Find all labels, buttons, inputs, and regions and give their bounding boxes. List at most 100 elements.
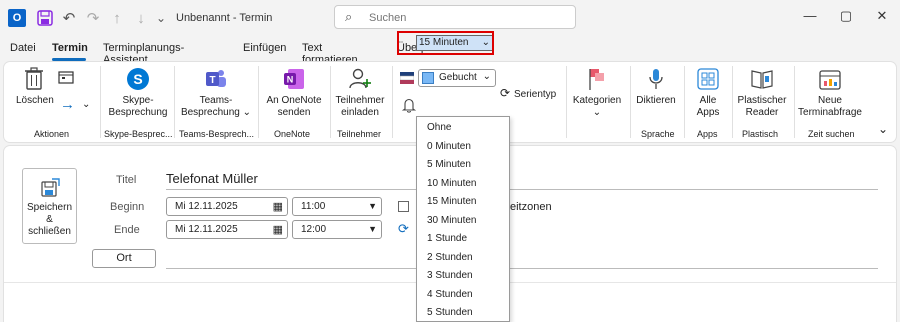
customize-toolbar-icon[interactable]: ⌄ bbox=[152, 9, 170, 27]
divider bbox=[174, 66, 175, 138]
invite-label-1: Teilnehmer bbox=[335, 95, 385, 106]
reminder-option[interactable]: 5 Stunden bbox=[427, 307, 473, 318]
end-time-input[interactable]: 12:00 ▼ bbox=[292, 220, 382, 239]
previous-item-icon[interactable]: ↑ bbox=[108, 9, 126, 27]
teams-meeting-button[interactable]: T Teams- Besprechung ⌄ bbox=[180, 66, 252, 119]
end-time-value: 12:00 bbox=[301, 224, 327, 235]
onenote-label-2: senden bbox=[277, 107, 311, 118]
add-person-icon bbox=[347, 66, 373, 92]
trash-icon bbox=[21, 66, 47, 92]
reminder-option[interactable]: 4 Stunden bbox=[427, 289, 473, 300]
group-label-attendees: Teilnehmer bbox=[337, 129, 382, 139]
calendar-icon[interactable]: ▦ bbox=[273, 199, 283, 216]
reminder-option[interactable]: 0 Minuten bbox=[427, 141, 471, 152]
save-close-icon bbox=[40, 178, 60, 198]
start-date-input[interactable]: Mi 12.11.2025 ▦ bbox=[166, 197, 288, 216]
chevron-down-icon[interactable]: ⌄ bbox=[82, 99, 90, 110]
tab-termin[interactable]: Termin bbox=[52, 42, 88, 54]
group-label-onenote: OneNote bbox=[274, 129, 311, 139]
show-as-color-icon bbox=[399, 72, 415, 87]
teams-icon: T bbox=[203, 66, 229, 92]
invite-attendees-button[interactable]: Teilnehmer einladen bbox=[332, 66, 388, 119]
recurrence-label[interactable]: Serientyp bbox=[514, 89, 556, 100]
minimize-button[interactable]: — bbox=[800, 8, 820, 28]
undo-icon[interactable]: ↶ bbox=[60, 9, 78, 27]
poll-label-1: Neue bbox=[818, 95, 842, 106]
maximize-button[interactable]: ▢ bbox=[836, 8, 856, 28]
calendar-icon[interactable]: ▦ bbox=[273, 222, 283, 239]
end-label: Ende bbox=[114, 224, 140, 236]
divider bbox=[732, 66, 733, 138]
calendar-small-icon[interactable] bbox=[58, 70, 74, 87]
categorize-button[interactable]: Kategorien ⌄ bbox=[570, 66, 624, 119]
start-label: Beginn bbox=[110, 201, 145, 213]
close-button[interactable]: ✕ bbox=[872, 8, 892, 28]
chevron-down-icon[interactable]: ▼ bbox=[368, 221, 377, 238]
next-item-icon[interactable]: ↓ bbox=[132, 9, 150, 27]
chevron-down-icon[interactable]: ▼ bbox=[368, 198, 377, 215]
divider bbox=[392, 66, 393, 138]
reminder-option[interactable]: 15 Minuten bbox=[427, 196, 476, 207]
apps-label-1: Alle bbox=[699, 95, 717, 106]
svg-text:T: T bbox=[209, 75, 215, 86]
all-apps-button[interactable]: Alle Apps bbox=[688, 66, 728, 119]
divider bbox=[330, 66, 331, 138]
start-time-input[interactable]: 11:00 ▼ bbox=[292, 197, 382, 216]
tab-datei[interactable]: Datei bbox=[10, 42, 36, 54]
invite-label-2: einladen bbox=[341, 107, 379, 118]
divider bbox=[100, 66, 101, 138]
skype-meeting-button[interactable]: S Skype- Besprechung bbox=[108, 66, 168, 119]
collapse-ribbon-icon[interactable]: ⌄ bbox=[878, 122, 888, 136]
poll-calendar-icon bbox=[817, 66, 843, 92]
divider bbox=[566, 66, 567, 138]
end-date-input[interactable]: Mi 12.11.2025 ▦ bbox=[166, 220, 288, 239]
search-icon: ⌕ bbox=[345, 9, 353, 24]
search-box[interactable]: ⌕ bbox=[334, 5, 576, 29]
categories-label: Kategorien bbox=[572, 95, 622, 106]
busy-color-swatch bbox=[422, 72, 434, 84]
microphone-icon bbox=[643, 66, 669, 92]
reminder-option[interactable]: 10 Minuten bbox=[427, 178, 476, 189]
title-input[interactable]: Telefonat Müller bbox=[166, 171, 258, 186]
bell-icon bbox=[401, 98, 417, 116]
reminder-option[interactable]: Ohne bbox=[427, 122, 451, 133]
recurrence-icon[interactable]: ⟳ bbox=[398, 221, 409, 237]
delete-button[interactable]: Löschen bbox=[16, 66, 54, 107]
search-input[interactable] bbox=[367, 9, 571, 27]
teams-label-2: Besprechung ⌄ bbox=[180, 107, 252, 118]
group-label-teams: Teams-Besprech... bbox=[179, 129, 255, 139]
dictate-button[interactable]: Diktieren bbox=[632, 66, 680, 107]
save-label-3: schließen bbox=[28, 226, 71, 237]
send-to-onenote-button[interactable]: N An OneNote senden bbox=[262, 66, 326, 119]
start-date-value: Mi 12.11.2025 bbox=[175, 201, 238, 212]
outlook-logo-icon: O bbox=[8, 9, 26, 27]
group-label-actions: Aktionen bbox=[34, 129, 70, 139]
delete-label: Löschen bbox=[16, 95, 54, 106]
svg-text:S: S bbox=[133, 71, 142, 87]
new-poll-button[interactable]: Neue Terminabfrage bbox=[798, 66, 862, 119]
onenote-icon: N bbox=[281, 66, 307, 92]
all-day-checkbox[interactable] bbox=[398, 201, 409, 212]
save-and-close-button[interactable]: Speichern & schließen bbox=[22, 168, 77, 244]
forward-arrow-icon[interactable]: → bbox=[60, 96, 75, 113]
reminder-option[interactable]: 30 Minuten bbox=[427, 215, 476, 226]
save-icon[interactable] bbox=[36, 9, 54, 27]
reminder-option[interactable]: 5 Minuten bbox=[427, 159, 471, 170]
location-button[interactable]: Ort bbox=[92, 249, 156, 268]
reminder-options-list: Ohne 0 Minuten 5 Minuten 10 Minuten 15 M… bbox=[416, 116, 510, 322]
immersive-reader-button[interactable]: Plastischer Reader bbox=[734, 66, 790, 119]
reminder-option[interactable]: 3 Stunden bbox=[427, 270, 473, 281]
reader-label-2: Reader bbox=[745, 107, 779, 118]
divider bbox=[258, 66, 259, 138]
reminder-option[interactable]: 2 Stunden bbox=[427, 252, 473, 263]
group-label-find-time: Zeit suchen bbox=[808, 129, 855, 139]
onenote-label-1: An OneNote bbox=[266, 95, 322, 106]
recurrence-icon[interactable]: ⟳ bbox=[500, 86, 510, 100]
reminder-option[interactable]: 1 Stunde bbox=[427, 233, 467, 244]
window-title: Unbenannt - Termin bbox=[176, 12, 273, 24]
location-underline bbox=[166, 268, 878, 269]
tab-einfuegen[interactable]: Einfügen bbox=[243, 42, 286, 54]
timezones-label[interactable]: eitzonen bbox=[510, 201, 552, 213]
show-as-dropdown[interactable]: Gebucht ⌄ bbox=[418, 69, 496, 87]
redo-icon[interactable]: ↷ bbox=[84, 9, 102, 27]
